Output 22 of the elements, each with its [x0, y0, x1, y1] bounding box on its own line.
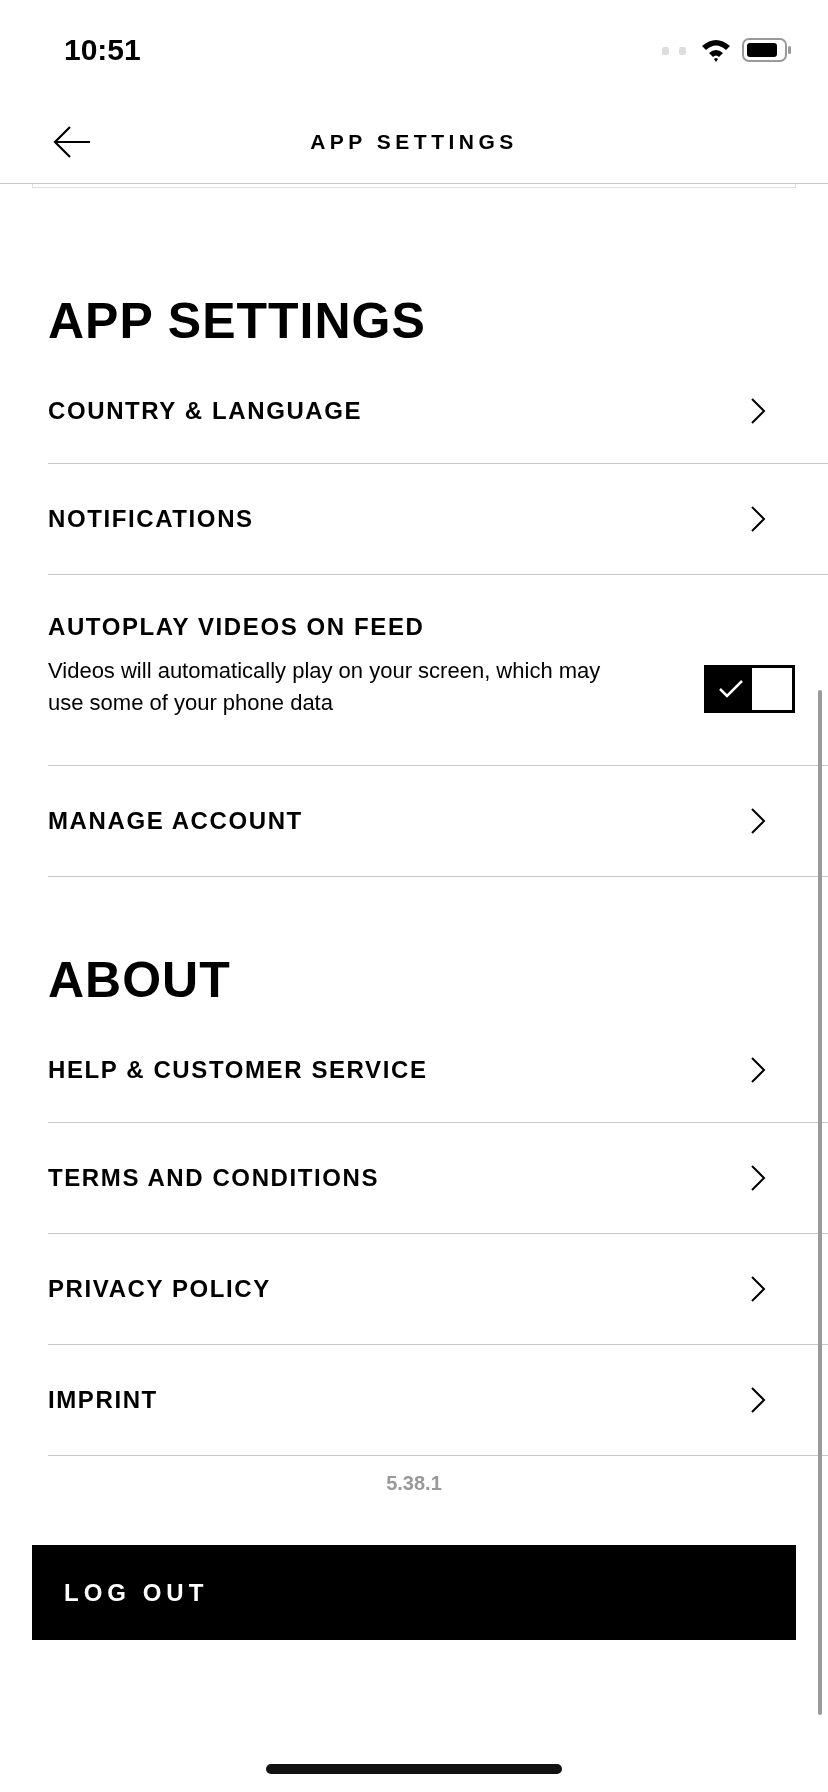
chevron-right-icon: [750, 1055, 766, 1084]
wifi-icon: [700, 38, 732, 62]
toggle-switch[interactable]: [704, 665, 795, 713]
chevron-right-icon: [750, 1164, 766, 1192]
status-time: 10:51: [64, 33, 141, 67]
checkmark-icon: [718, 679, 744, 699]
chevron-right-icon: [750, 396, 766, 425]
chevron-right-icon: [750, 505, 766, 533]
settings-row[interactable]: COUNTRY & LANGUAGE: [48, 346, 828, 464]
app-version: 5.38.1: [385, 1472, 443, 1495]
section-heading: ABOUT: [48, 955, 232, 1005]
chevron-right-icon: [750, 807, 766, 835]
chevron-right-icon: [750, 1275, 766, 1303]
battery-icon: [742, 38, 792, 62]
back-arrow-icon[interactable]: [52, 124, 92, 160]
page-title: APP SETTINGS: [310, 129, 518, 154]
setting-description: Videos will automatically play on your screen, which may use some of your phone data: [48, 657, 602, 717]
setting-label: AUTOPLAY VIDEOS ON FEED: [48, 613, 426, 641]
logout-button[interactable]: LOG OUT: [32, 1545, 796, 1640]
chevron-right-icon: [750, 1386, 766, 1414]
section-heading: APP SETTINGS: [48, 296, 427, 346]
settings-row[interactable]: NOTIFICATIONS: [48, 464, 828, 575]
